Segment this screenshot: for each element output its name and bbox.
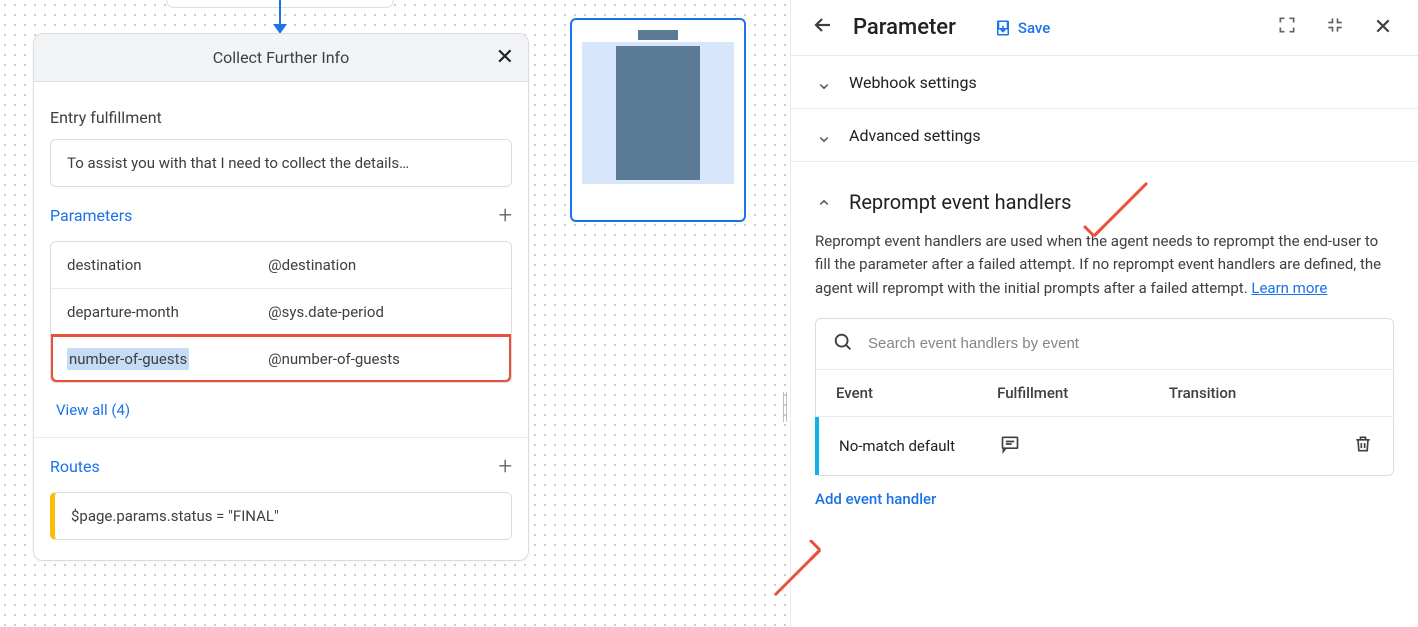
fullscreen-exit-icon[interactable] bbox=[1320, 15, 1350, 40]
divider bbox=[34, 437, 528, 438]
add-parameter-icon[interactable]: + bbox=[498, 201, 512, 229]
save-label: Save bbox=[1018, 19, 1050, 37]
parameter-row[interactable]: destination @destination bbox=[51, 242, 511, 288]
param-name: destination bbox=[67, 256, 268, 274]
learn-more-link[interactable]: Learn more bbox=[1251, 279, 1327, 297]
reprompt-section-header[interactable]: ⌄ Reprompt event handlers bbox=[815, 190, 1394, 214]
chevron-down-icon: ⌄ bbox=[815, 70, 833, 94]
routes-label[interactable]: Routes bbox=[50, 457, 100, 476]
param-entity: @number-of-guests bbox=[268, 350, 495, 368]
close-panel-icon[interactable]: ✕ bbox=[1368, 15, 1398, 40]
parameter-panel: Parameter Save ✕ ⌄ Webhook settings ⌄ Ad… bbox=[790, 0, 1418, 627]
search-icon bbox=[832, 331, 854, 357]
param-name: departure-month bbox=[67, 303, 268, 321]
add-route-icon[interactable]: + bbox=[498, 452, 512, 480]
routes-header: Routes + bbox=[50, 452, 512, 480]
preview-tab bbox=[638, 30, 678, 40]
chevron-down-icon: ⌄ bbox=[815, 123, 833, 147]
advanced-settings-section[interactable]: ⌄ Advanced settings bbox=[791, 109, 1418, 162]
advanced-label: Advanced settings bbox=[849, 126, 981, 145]
col-event: Event bbox=[836, 384, 997, 402]
back-arrow-icon[interactable] bbox=[811, 13, 835, 43]
parameter-list: destination @destination departure-month… bbox=[50, 241, 512, 383]
page-card-header: Collect Further Info ✕ bbox=[34, 34, 528, 82]
parameters-label[interactable]: Parameters bbox=[50, 206, 132, 225]
param-entity: @sys.date-period bbox=[268, 303, 495, 321]
trash-icon[interactable] bbox=[1353, 433, 1373, 455]
save-button[interactable]: Save bbox=[994, 19, 1050, 37]
table-header: Event Fulfillment Transition bbox=[816, 370, 1393, 417]
preview-body bbox=[582, 42, 734, 184]
page-card-title: Collect Further Info bbox=[213, 48, 349, 67]
parameter-row[interactable]: departure-month @sys.date-period bbox=[51, 288, 511, 335]
search-input[interactable] bbox=[868, 335, 1377, 352]
parameters-header: Parameters + bbox=[50, 201, 512, 229]
webhook-label: Webhook settings bbox=[849, 73, 977, 92]
row-fulfillment bbox=[999, 434, 1170, 458]
event-handlers-table: Event Fulfillment Transition No-match de… bbox=[815, 318, 1394, 476]
message-icon bbox=[999, 434, 1021, 454]
entry-fulfillment-text[interactable]: To assist you with that I need to collec… bbox=[50, 139, 512, 187]
param-name: number-of-guests bbox=[67, 350, 268, 368]
route-condition[interactable]: $page.params.status = "FINAL" bbox=[50, 492, 512, 540]
col-fulfillment: Fulfillment bbox=[997, 384, 1169, 402]
flow-canvas[interactable]: Collect Further Info ✕ Entry fulfillment… bbox=[0, 0, 790, 627]
entry-fulfillment-label: Entry fulfillment bbox=[50, 108, 512, 127]
webhook-settings-section[interactable]: ⌄ Webhook settings bbox=[791, 56, 1418, 109]
row-transition bbox=[1170, 433, 1373, 459]
resize-grip-icon[interactable] bbox=[783, 392, 787, 422]
reprompt-label: Reprompt event handlers bbox=[849, 190, 1071, 214]
param-entity: @destination bbox=[268, 256, 495, 274]
search-row bbox=[816, 319, 1393, 370]
view-all-link[interactable]: View all (4) bbox=[56, 401, 130, 419]
col-transition: Transition bbox=[1169, 384, 1373, 402]
add-event-handler-link[interactable]: Add event handler bbox=[815, 490, 936, 508]
handler-row[interactable]: No-match default bbox=[815, 417, 1393, 475]
page-card[interactable]: Collect Further Info ✕ Entry fulfillment… bbox=[33, 33, 529, 561]
chevron-up-icon: ⌄ bbox=[815, 195, 833, 219]
parameter-row-selected[interactable]: number-of-guests @number-of-guests bbox=[51, 335, 511, 382]
panel-header: Parameter Save ✕ bbox=[791, 0, 1418, 56]
fullscreen-enter-icon[interactable] bbox=[1272, 15, 1302, 40]
row-event: No-match default bbox=[839, 437, 999, 455]
close-icon[interactable]: ✕ bbox=[496, 47, 514, 69]
reprompt-description: Reprompt event handlers are used when th… bbox=[815, 230, 1394, 300]
node-preview[interactable] bbox=[570, 18, 746, 222]
panel-title: Parameter bbox=[853, 15, 956, 40]
